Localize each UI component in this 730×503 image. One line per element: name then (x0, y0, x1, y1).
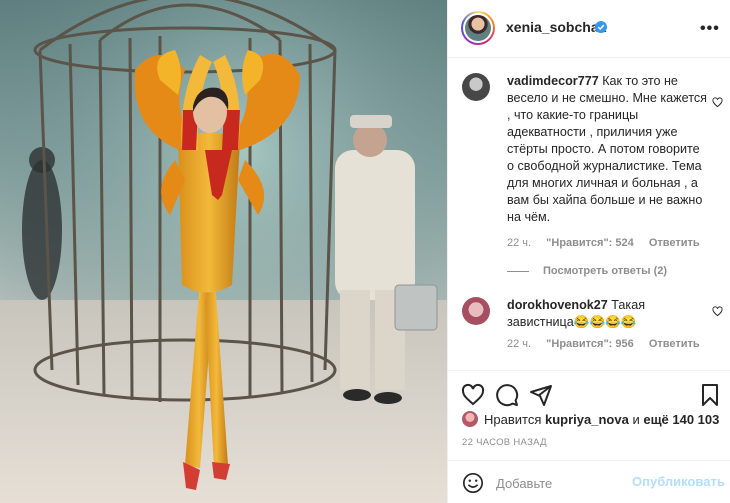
likes-middle: и (632, 412, 640, 427)
likes-count[interactable]: ещё 140 103 (643, 412, 719, 427)
comment-text-block: dorokhovenok27 Такая завистница😂😂😂😂 (507, 297, 707, 331)
comment-username[interactable]: dorokhovenok27 (507, 298, 608, 312)
post-timestamp[interactable]: 22 ЧАСОВ НАЗАД (462, 437, 547, 448)
publish-comment-button[interactable]: Опубликовать (632, 474, 725, 489)
commenter-avatar[interactable] (462, 297, 490, 325)
post-side-panel: xenia_sobchak ••• vadimdecor777 Как то э… (447, 0, 730, 503)
likes-prefix: Нравится (484, 412, 542, 427)
reply-button[interactable]: Ответить (649, 237, 700, 249)
post-actions: Нравится kupriya_nova и ещё 140 103 22 Ч… (448, 370, 730, 458)
more-options-icon[interactable]: ••• (700, 20, 720, 38)
post-photo (0, 0, 447, 503)
emoji-icon[interactable] (462, 472, 484, 494)
comment-meta: 22 ч. "Нравится": 524 Ответить (507, 237, 712, 249)
bookmark-icon[interactable] (698, 383, 722, 407)
comment-likes-count[interactable]: "Нравится": 524 (546, 237, 634, 249)
comments-list: vadimdecor777 Как то это не весело и не … (448, 58, 730, 358)
comment-text: Как то это не весело и не смешно. Мне ка… (507, 74, 707, 224)
add-comment-bar: Опубликовать (448, 460, 730, 503)
author-username[interactable]: xenia_sobchak (506, 19, 606, 35)
comment-item: vadimdecor777 Как то это не весело и не … (462, 73, 724, 293)
post-header: xenia_sobchak ••• (448, 0, 730, 58)
comment-time: 22 ч. (507, 237, 532, 249)
comment-username[interactable]: vadimdecor777 (507, 74, 599, 88)
comment-item: dorokhovenok27 Такая завистница😂😂😂😂 22 ч… (462, 297, 724, 357)
verified-badge-icon (595, 21, 607, 33)
commenter-avatar[interactable] (462, 73, 490, 101)
post-photo-illustration (0, 0, 447, 503)
comment-icon[interactable] (495, 383, 519, 407)
comment-meta: 22 ч. "Нравится": 956 Ответить (507, 338, 712, 350)
liker-avatar (462, 411, 478, 427)
reply-button[interactable]: Ответить (649, 338, 700, 350)
comment-like-heart-icon[interactable] (712, 97, 723, 108)
liker-username[interactable]: kupriya_nova (545, 412, 629, 427)
heart-icon[interactable] (461, 383, 485, 407)
share-icon[interactable] (529, 383, 553, 407)
likes-summary: Нравится kupriya_nova и ещё 140 103 (462, 411, 719, 427)
comment-text-block: vadimdecor777 Как то это не весело и не … (507, 73, 707, 226)
author-avatar[interactable] (461, 11, 495, 45)
comment-like-heart-icon[interactable] (712, 306, 723, 317)
comment-likes-count[interactable]: "Нравится": 956 (546, 338, 634, 350)
view-replies-button[interactable]: Посмотреть ответы (2) (507, 265, 667, 277)
view-replies-label: Посмотреть ответы (2) (543, 265, 668, 277)
comment-time: 22 ч. (507, 338, 532, 350)
